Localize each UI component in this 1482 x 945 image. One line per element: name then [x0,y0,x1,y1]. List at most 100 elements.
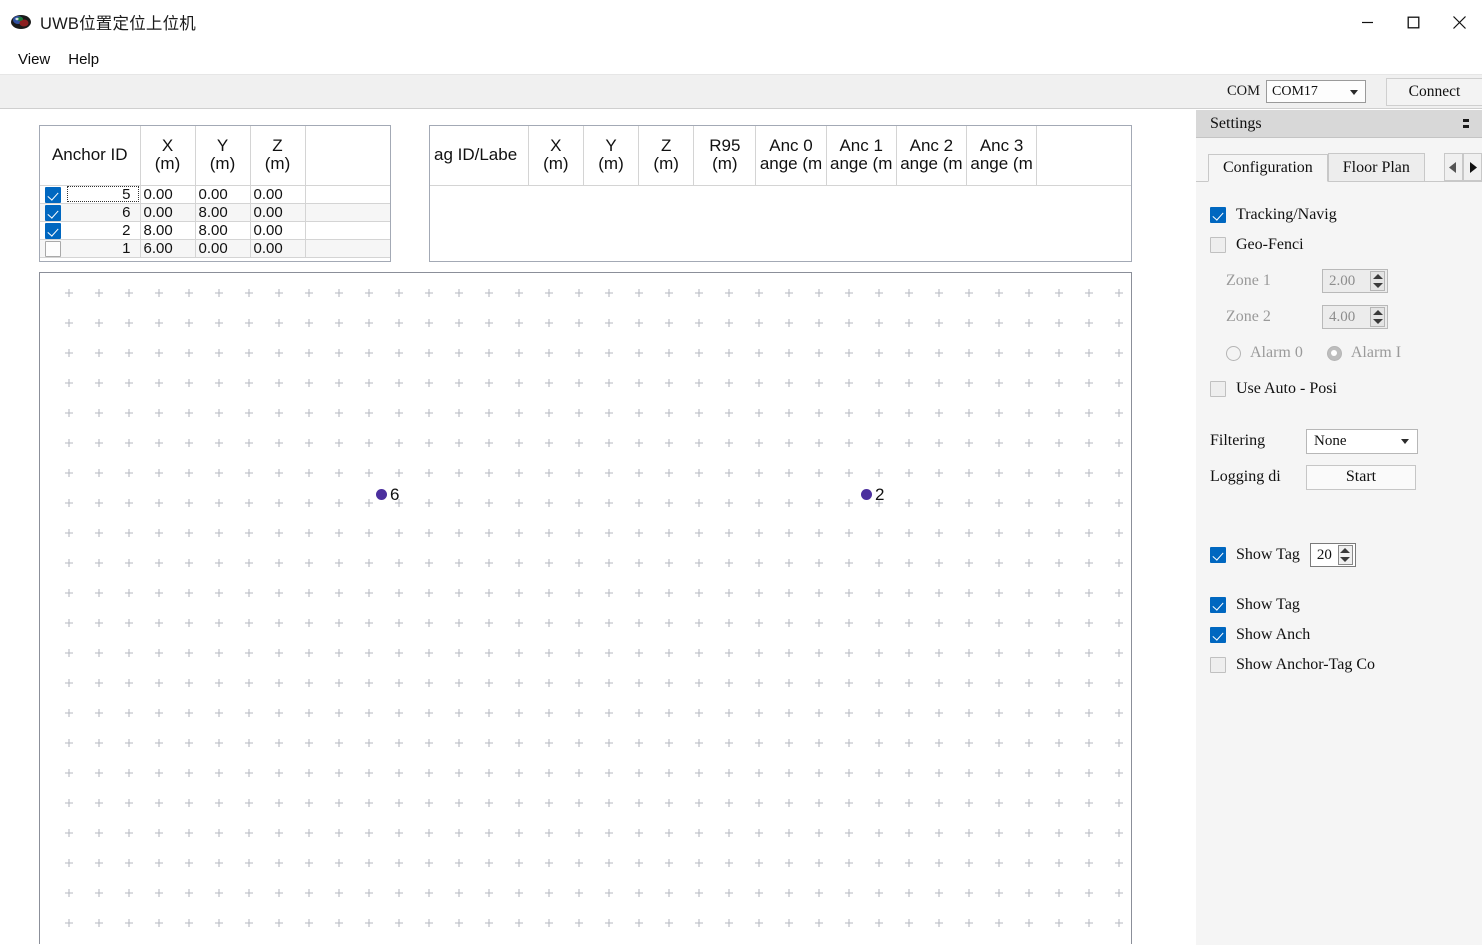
anchor-filler-cell [305,203,390,221]
table-row[interactable]: 16.000.000.00 [40,239,390,257]
anchor-enable-cell[interactable] [40,185,66,203]
auto-position-checkbox[interactable] [1210,381,1226,397]
anchor-x-cell[interactable]: 0.00 [140,203,195,221]
anchor-enable-cell[interactable] [40,221,66,239]
com-port-select[interactable]: COM17 [1266,80,1366,103]
pin-icon[interactable] [1458,115,1476,133]
zone1-spinner-buttons[interactable] [1370,271,1385,291]
anchor-z-cell[interactable]: 0.00 [250,239,305,257]
table-row[interactable]: 28.008.000.00 [40,221,390,239]
anchor-z-cell[interactable]: 0.00 [250,203,305,221]
anchor-y-cell[interactable]: 8.00 [195,221,250,239]
anchor-col-x[interactable]: X (m) [140,126,195,185]
anchor-enable-checkbox[interactable] [45,223,61,239]
setting-geofencing-row[interactable]: Geo-Fenci [1210,230,1482,260]
spinner-down-icon[interactable] [1340,557,1350,562]
setting-zone2-row[interactable]: Zone 2 4.00 [1210,302,1482,332]
anchor-z-cell[interactable]: 0.00 [250,221,305,239]
geofencing-checkbox[interactable] [1210,237,1226,253]
anchor-id-cell[interactable]: 2 [66,221,140,239]
show-tag-history-checkbox[interactable] [1210,547,1226,563]
tag-col-0[interactable]: ag ID/Labe [430,126,528,185]
spinner-up-icon[interactable] [1373,310,1383,315]
anchor-table-header-row: Anchor ID X (m) Y (m) Z (m) [40,126,390,185]
zone2-spinner-buttons[interactable] [1370,307,1385,327]
anchor-enable-cell[interactable] [40,203,66,221]
tag-col-8[interactable]: Anc 3ange (m [966,126,1036,185]
anchor-z-cell[interactable]: 0.00 [250,185,305,203]
table-row[interactable]: 60.008.000.00 [40,203,390,221]
connect-button[interactable]: Connect [1386,78,1482,106]
anchor-marker[interactable]: 6 [376,486,399,503]
anchor-enable-checkbox[interactable] [45,241,61,257]
spinner-up-icon[interactable] [1340,548,1350,553]
setting-auto-position-row[interactable]: Use Auto - Posi [1210,374,1482,404]
maximize-icon[interactable] [1390,0,1436,44]
setting-zone1-row[interactable]: Zone 1 2.00 [1210,266,1482,296]
tag-col-2[interactable]: Y(m) [583,126,638,185]
spinner-down-icon[interactable] [1373,319,1383,324]
tag-col-6[interactable]: Anc 1ange (m [826,126,896,185]
anchor-enable-checkbox[interactable] [45,205,61,221]
show-anchor-tag-checkbox[interactable] [1210,657,1226,673]
anchor-table[interactable]: Anchor ID X (m) Y (m) Z (m) [39,125,391,262]
app-logo-icon [10,12,32,32]
tag-col-7[interactable]: Anc 2ange (m [896,126,966,185]
close-icon[interactable] [1436,0,1482,44]
setting-tracking-row[interactable]: Tracking/Navig [1210,200,1482,230]
setting-logging-row[interactable]: Logging di Start [1210,462,1482,492]
anchor-id-cell[interactable]: 5 [66,185,140,203]
tab-floor-plan[interactable]: Floor Plan [1328,153,1425,181]
tag-col-1[interactable]: X(m) [528,126,583,185]
minimize-icon[interactable] [1344,0,1390,44]
anchor-enable-checkbox[interactable] [45,187,61,203]
setting-show-tag-row[interactable]: Show Tag [1210,590,1482,620]
setting-filtering-row[interactable]: Filtering None [1210,426,1482,456]
filtering-select[interactable]: None [1306,429,1418,454]
tag-history-spinner-buttons[interactable] [1338,545,1353,565]
tag-col-5[interactable]: Anc 0ange (m [756,126,826,185]
setting-show-tag-history-row[interactable]: Show Tag 20 [1210,540,1482,570]
anchor-id-cell[interactable]: 6 [66,203,140,221]
show-anchor-checkbox[interactable] [1210,627,1226,643]
tag-history-spinner[interactable]: 20 [1310,543,1356,567]
tag-col-4[interactable]: R95(m) [694,126,756,185]
zone1-spinner[interactable]: 2.00 [1322,269,1388,293]
show-tag-checkbox[interactable] [1210,597,1226,613]
anchor-col-y[interactable]: Y (m) [195,126,250,185]
anchor-x-cell[interactable]: 8.00 [140,221,195,239]
spinner-down-icon[interactable] [1373,283,1383,288]
anchor-y-cell[interactable]: 0.00 [195,185,250,203]
tag-col-7-l1: Anc 2 [910,136,953,155]
anchor-x-cell[interactable]: 6.00 [140,239,195,257]
anchor-col-id[interactable]: Anchor ID [40,126,140,185]
spinner-up-icon[interactable] [1373,274,1383,279]
logging-start-button[interactable]: Start [1306,465,1416,490]
chevron-left-icon[interactable] [1444,153,1463,181]
anchor-y-cell[interactable]: 0.00 [195,239,250,257]
positioning-plot[interactable]: 625 [39,272,1132,944]
zone2-spinner[interactable]: 4.00 [1322,305,1388,329]
tracking-checkbox[interactable] [1210,207,1226,223]
chevron-right-icon[interactable] [1463,153,1482,181]
anchor-col-z[interactable]: Z (m) [250,126,305,185]
anchor-y-cell[interactable]: 8.00 [195,203,250,221]
alarm1-radio[interactable] [1327,346,1342,361]
anchor-id-cell[interactable]: 1 [66,239,140,257]
setting-show-anchor-row[interactable]: Show Anch [1210,620,1482,650]
menu-item-view[interactable]: View [9,48,59,71]
setting-alarm-row[interactable]: Alarm 0 Alarm I [1210,338,1482,368]
tag-col-3[interactable]: Z(m) [639,126,694,185]
setting-show-anchor-tag-row[interactable]: Show Anchor-Tag Co [1210,650,1482,680]
anchor-marker[interactable]: 2 [861,486,884,503]
alarm0-radio[interactable] [1226,346,1241,361]
table-row[interactable]: 50.000.000.00 [40,185,390,203]
menu-item-help[interactable]: Help [59,48,108,71]
filtering-label: Filtering [1210,432,1296,450]
tag-table[interactable]: ag ID/LabeX(m)Y(m)Z(m)R95(m)Anc 0ange (m… [429,125,1132,262]
anchor-enable-cell[interactable] [40,239,66,257]
tab-configuration[interactable]: Configuration [1208,154,1328,182]
window-controls [1344,0,1482,44]
anchor-x-cell[interactable]: 0.00 [140,185,195,203]
tag-col-2-l1: Y [605,136,616,155]
